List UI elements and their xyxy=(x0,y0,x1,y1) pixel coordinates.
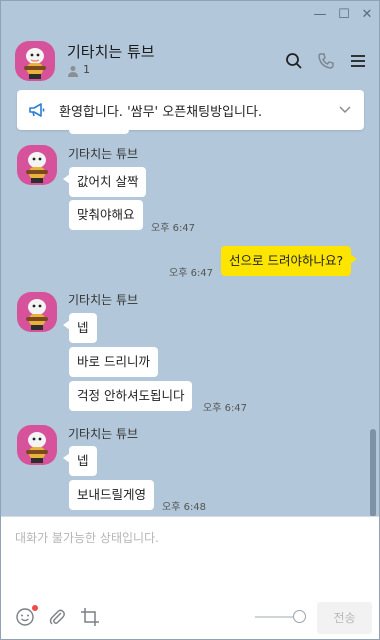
message-bubble[interactable]: 넵 xyxy=(63,313,97,343)
sender-name: 기타치는 튜브 xyxy=(68,427,139,441)
message-bubble[interactable]: 값어치 살짝 xyxy=(62,167,147,197)
send-button[interactable]: 전송 xyxy=(317,602,372,634)
member-icon xyxy=(68,66,78,77)
message-bubble[interactable]: 바로 드리니까 xyxy=(69,347,158,377)
message-bubble[interactable]: 맞춰야해요 xyxy=(69,200,143,230)
tube-character-icon xyxy=(26,432,48,463)
sender-name: 기타치는 튜브 xyxy=(68,293,139,307)
avatar[interactable] xyxy=(17,145,57,185)
attach-icon[interactable] xyxy=(47,607,67,627)
phone-icon[interactable] xyxy=(316,51,336,71)
tube-character-icon xyxy=(26,152,48,183)
opacity-slider-knob[interactable] xyxy=(293,610,306,623)
message-time: 오후 6:47 xyxy=(203,403,248,414)
message-input[interactable]: 대화가 불가능한 상태입니다. xyxy=(15,529,159,546)
message-bubble[interactable]: 넵 xyxy=(63,446,97,476)
notice-banner[interactable]: 환영합니다. '쌈무' 오픈채팅방입니다. xyxy=(17,90,364,130)
megaphone-icon xyxy=(29,103,45,117)
title-bar: — ☐ ✕ xyxy=(1,1,379,29)
minimize-button[interactable]: — xyxy=(312,7,328,23)
scrollbar-thumb[interactable] xyxy=(370,429,376,517)
message-bubble[interactable]: 걱정 안하셔도됩니다 xyxy=(69,381,193,411)
notification-dot xyxy=(32,605,38,611)
room-avatar[interactable] xyxy=(15,41,55,81)
menu-icon[interactable] xyxy=(348,51,368,71)
chat-header: 기타치는 튜브 1 xyxy=(1,29,379,89)
message-bubble[interactable]: 보내드릴게영 xyxy=(69,480,155,510)
message-time: 오후 6:47 xyxy=(151,223,196,234)
message-list[interactable]: 기타치는 튜브 값어치 살짝 맞춰야해요 오후 6:47 오후 6:47 선으로… xyxy=(1,130,379,516)
close-button[interactable]: ✕ xyxy=(359,7,375,23)
member-count: 1 xyxy=(83,63,90,76)
room-title: 기타치는 튜브 xyxy=(67,43,155,61)
partial-bubble xyxy=(69,130,129,134)
search-icon[interactable] xyxy=(284,51,304,71)
sender-name: 기타치는 튜브 xyxy=(68,147,139,161)
tube-character-icon xyxy=(24,48,46,79)
avatar[interactable] xyxy=(17,292,57,332)
tube-character-icon xyxy=(26,299,48,330)
message-time: 오후 6:48 xyxy=(162,502,207,513)
chevron-down-icon[interactable] xyxy=(338,102,352,116)
chat-window: — ☐ ✕ 기타치는 튜브 1 환영합니다. '쌈무' 오픈채팅방입니다. 기타… xyxy=(0,0,380,640)
message-composer: 대화가 불가능한 상태입니다. 전송 xyxy=(1,516,379,639)
avatar[interactable] xyxy=(17,425,57,465)
notice-text: 환영합니다. '쌈무' 오픈채팅방입니다. xyxy=(59,105,263,120)
maximize-button[interactable]: ☐ xyxy=(336,7,352,23)
crop-icon[interactable] xyxy=(80,607,100,627)
message-time: 오후 6:47 xyxy=(169,268,214,279)
my-message-bubble[interactable]: 선으로 드려야하나요? xyxy=(221,246,358,276)
